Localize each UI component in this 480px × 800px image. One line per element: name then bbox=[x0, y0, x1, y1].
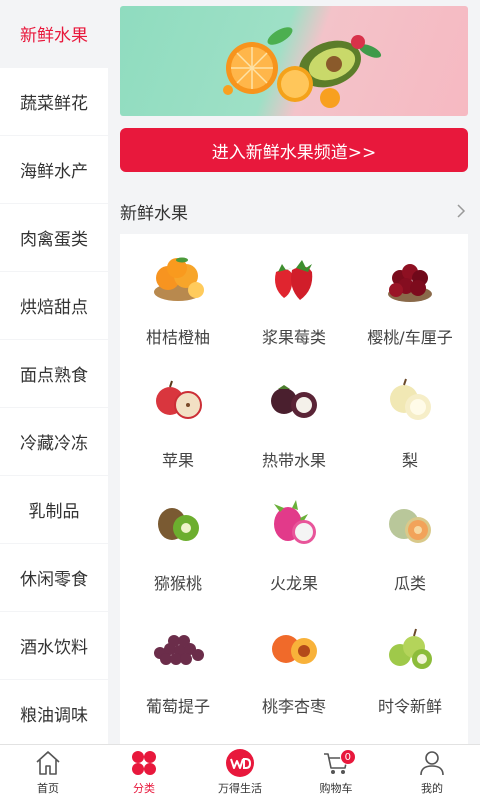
section-header[interactable]: 新鲜水果 bbox=[120, 196, 468, 226]
sidebar-item-seafood[interactable]: 海鲜水产 bbox=[0, 136, 108, 203]
user-icon bbox=[420, 751, 444, 776]
strawberry-icon bbox=[275, 260, 313, 300]
melon-icon bbox=[389, 509, 431, 543]
category-dragonfruit[interactable]: 火龙果 bbox=[236, 494, 352, 617]
sidebar-item-meat-eggs[interactable]: 肉禽蛋类 bbox=[0, 204, 108, 271]
category-citrus[interactable]: 柑桔橙柚 bbox=[120, 248, 236, 371]
category-icon bbox=[132, 751, 156, 775]
app: 新鲜水果 蔬菜鲜花 海鲜水产 肉禽蛋类 烘焙甜点 面点熟食 冷藏冷冻 乳制品 休… bbox=[0, 0, 480, 800]
category-label: 苹果 bbox=[161, 451, 194, 470]
category-label: 柑桔橙柚 bbox=[145, 328, 210, 347]
pear-icon bbox=[390, 378, 431, 420]
category-label: 桃李杏枣 bbox=[261, 697, 326, 716]
category-label: 葡萄提子 bbox=[145, 697, 210, 716]
sidebar-item-vegetables-flowers[interactable]: 蔬菜鲜花 bbox=[0, 68, 108, 135]
category-label: 梨 bbox=[401, 451, 418, 470]
category-grapes[interactable]: 葡萄提子 bbox=[120, 617, 236, 740]
apple-icon bbox=[156, 380, 202, 419]
category-tropical[interactable]: 热带水果 bbox=[236, 371, 352, 494]
tab-label: 我的 bbox=[421, 782, 443, 795]
fruit-banner[interactable] bbox=[120, 6, 468, 116]
sidebar-item-fresh-fruit[interactable]: 新鲜水果 bbox=[0, 0, 108, 67]
tab-label: 购物车 bbox=[319, 782, 353, 795]
category-label: 热带水果 bbox=[261, 451, 326, 470]
grapes-icon bbox=[154, 635, 204, 665]
sidebar-item-frozen[interactable]: 冷藏冷冻 bbox=[0, 408, 108, 475]
category-label: 浆果莓类 bbox=[261, 328, 326, 347]
tab-wande-life[interactable]: 万得生活 bbox=[192, 745, 288, 800]
category-melon[interactable]: 瓜类 bbox=[352, 494, 468, 617]
mangosteen-icon bbox=[271, 385, 317, 418]
bottom-tab-bar: 首页 分类 万得生活 0 购物车 我的 bbox=[0, 744, 480, 800]
sidebar-item-cooked-food[interactable]: 面点熟食 bbox=[0, 340, 108, 407]
category-grid: 柑桔橙柚 浆果莓类 樱桃/车厘子 苹果 热带水果 梨 猕猴桃 火龙果 瓜类 葡萄… bbox=[120, 234, 468, 744]
category-stone-fruit[interactable]: 桃李杏枣 bbox=[236, 617, 352, 740]
tab-profile[interactable]: 我的 bbox=[384, 745, 480, 800]
tab-label: 万得生活 bbox=[218, 782, 262, 795]
category-cherries[interactable]: 樱桃/车厘子 bbox=[352, 248, 468, 371]
enter-channel-button[interactable]: 进入新鲜水果频道>> bbox=[120, 128, 468, 172]
chevron-right-icon bbox=[457, 204, 466, 218]
oranges-icon bbox=[154, 257, 204, 301]
main-content: 进入新鲜水果频道>> 新鲜水果 柑桔橙柚 浆果莓类 樱桃/车厘子 苹果 热带水果… bbox=[108, 0, 480, 744]
category-berries[interactable]: 浆果莓类 bbox=[236, 248, 352, 371]
sidebar-item-snacks[interactable]: 休闲零食 bbox=[0, 544, 108, 611]
category-label: 火龙果 bbox=[269, 574, 318, 593]
sidebar-item-drinks[interactable]: 酒水饮料 bbox=[0, 612, 108, 679]
category-apple[interactable]: 苹果 bbox=[120, 371, 236, 494]
sidebar-item-dairy[interactable]: 乳制品 bbox=[0, 476, 108, 543]
category-kiwi[interactable]: 猕猴桃 bbox=[120, 494, 236, 617]
section-title: 新鲜水果 bbox=[120, 203, 188, 224]
category-pear[interactable]: 梨 bbox=[352, 371, 468, 494]
home-icon bbox=[36, 751, 60, 775]
fruit-banner-image bbox=[223, 27, 382, 108]
category-label: 瓜类 bbox=[393, 574, 426, 593]
cart-badge: 0 bbox=[339, 749, 356, 765]
tab-label: 分类 bbox=[133, 782, 155, 795]
cherries-icon bbox=[388, 264, 432, 302]
category-seasonal[interactable]: 时令新鲜 bbox=[352, 617, 468, 740]
seasonal-fruit-icon bbox=[389, 628, 432, 669]
wd-logo-icon bbox=[226, 749, 254, 777]
sidebar-item-grain-oil[interactable]: 粮油调味 bbox=[0, 680, 108, 747]
sidebar-item-bakery[interactable]: 烘焙甜点 bbox=[0, 272, 108, 339]
tab-cart[interactable]: 0 购物车 bbox=[288, 745, 384, 800]
tab-home[interactable]: 首页 bbox=[0, 745, 96, 800]
peach-icon bbox=[272, 635, 317, 664]
category-label: 时令新鲜 bbox=[377, 697, 442, 716]
tab-category[interactable]: 分类 bbox=[96, 745, 192, 800]
category-sidebar: 新鲜水果 蔬菜鲜花 海鲜水产 肉禽蛋类 烘焙甜点 面点熟食 冷藏冷冻 乳制品 休… bbox=[0, 0, 108, 747]
kiwi-icon bbox=[158, 508, 199, 541]
category-label: 猕猴桃 bbox=[153, 574, 202, 593]
dragonfruit-icon bbox=[274, 500, 316, 544]
category-label: 樱桃/车厘子 bbox=[367, 328, 453, 347]
tab-label: 首页 bbox=[37, 782, 59, 795]
